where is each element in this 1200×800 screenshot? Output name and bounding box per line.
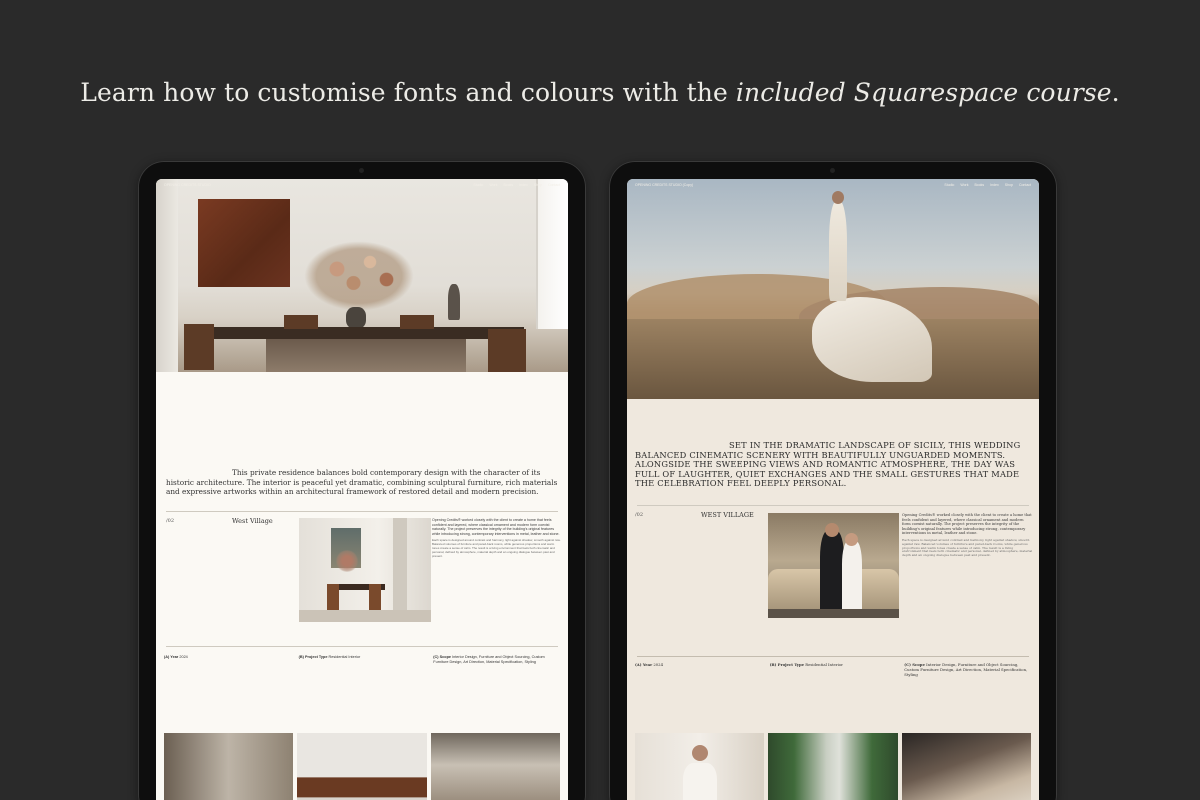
divider: [166, 511, 558, 512]
bride-figure: [829, 201, 847, 301]
project-index: /02: [166, 518, 175, 524]
project-description-secondary: Each space is designed around contrast a…: [432, 538, 561, 558]
meta-year-label: (A) Year: [164, 655, 179, 659]
nav-item-work[interactable]: Work: [489, 183, 497, 187]
hero-image-desert-bride: [627, 179, 1039, 399]
camera-dot: [830, 168, 835, 173]
headline-prefix: Learn how to customise fonts and colours…: [80, 78, 736, 107]
meta-type: Residential Interior: [805, 662, 843, 667]
project-image[interactable]: [768, 513, 899, 618]
project-description-main: Opening Credits® worked closely with the…: [432, 518, 560, 536]
divider: [166, 646, 558, 647]
hero-image-dining-room: [156, 179, 568, 372]
meta-type-label: (B) Project Type: [769, 662, 805, 667]
gallery-image-chair[interactable]: [297, 733, 427, 800]
flower-arrangement: [304, 241, 414, 311]
project-title[interactable]: West Village: [232, 517, 273, 525]
site-brand[interactable]: OPENING CREDITS STUDIO: [164, 183, 211, 187]
nav-item-index[interactable]: Index: [519, 183, 528, 187]
project-description: Opening Credits® worked closely with the…: [432, 518, 562, 558]
divider: [637, 505, 1029, 506]
lead-paragraph: This private residence balances bold con…: [166, 468, 558, 496]
meta-type: Residential Interior: [328, 655, 361, 659]
site-nav: OPENING CREDITS STUDIO Studio Work Books…: [156, 179, 568, 191]
nav-item-books[interactable]: Books: [503, 183, 513, 187]
website-preview-interior: OPENING CREDITS STUDIO Studio Work Books…: [156, 179, 568, 800]
project-title[interactable]: West Village: [701, 511, 754, 519]
website-preview-wedding: OPENING CREDITS STUDIO (Copy) Studio Wor…: [627, 179, 1039, 800]
meta-scope-label: (C) Scope: [433, 655, 452, 659]
site-nav: OPENING CREDITS STUDIO (Copy) Studio Wor…: [627, 179, 1039, 191]
headline-emphasis: included Squarespace course: [735, 78, 1112, 107]
nav-item-shop[interactable]: Shop: [1005, 183, 1013, 187]
gallery-row: [635, 733, 1031, 800]
project-description-main: Opening Credits® worked closely with the…: [902, 513, 1032, 536]
camera-dot: [359, 168, 364, 173]
gallery-image-cypress-avenue[interactable]: [768, 733, 898, 800]
meta-year-label: (A) Year: [635, 662, 653, 667]
project-image[interactable]: [299, 518, 431, 622]
nav-item-contact[interactable]: Contact: [1019, 183, 1031, 187]
gallery-image-bride-portrait[interactable]: [635, 733, 765, 800]
tablet-right: OPENING CREDITS STUDIO (Copy) Studio Wor…: [609, 161, 1057, 800]
nav-item-shop[interactable]: Shop: [534, 183, 542, 187]
headline-suffix: .: [1111, 78, 1120, 107]
project-meta: (A) Year 2024 (B) Project Type Residenti…: [635, 662, 1031, 677]
nav-item-studio[interactable]: Studio: [473, 183, 483, 187]
gallery-image-couple-car[interactable]: [901, 733, 1031, 800]
meta-year: 2024: [179, 655, 188, 659]
promo-headline: Learn how to customise fonts and colours…: [0, 78, 1200, 107]
nav-item-contact[interactable]: Contact: [548, 183, 560, 187]
meta-type-label: (B) Project Type: [298, 655, 328, 659]
lead-paragraph: Set in the dramatic landscape of Sicily,…: [635, 440, 1021, 489]
meta-year: 2024: [653, 662, 664, 667]
wall-painting: [198, 199, 290, 287]
nav-item-index[interactable]: Index: [990, 183, 999, 187]
project-index: /02: [635, 512, 644, 518]
nav-item-books[interactable]: Books: [974, 183, 984, 187]
divider: [637, 656, 1029, 657]
dining-table: [204, 327, 524, 339]
project-description: Opening Credits® worked closely with the…: [902, 513, 1033, 558]
project-description-secondary: Each space is designed around contrast a…: [902, 537, 1033, 558]
tablet-left: OPENING CREDITS STUDIO Studio Work Books…: [138, 161, 586, 800]
gallery-image-mirror[interactable]: [164, 733, 294, 800]
nav-item-studio[interactable]: Studio: [944, 183, 954, 187]
nav-item-work[interactable]: Work: [960, 183, 968, 187]
gallery-row: [164, 733, 560, 800]
project-meta: (A) Year 2024 (B) Project Type Residenti…: [164, 655, 560, 665]
site-brand[interactable]: OPENING CREDITS STUDIO (Copy): [635, 183, 693, 187]
gallery-image-room[interactable]: [430, 733, 560, 800]
